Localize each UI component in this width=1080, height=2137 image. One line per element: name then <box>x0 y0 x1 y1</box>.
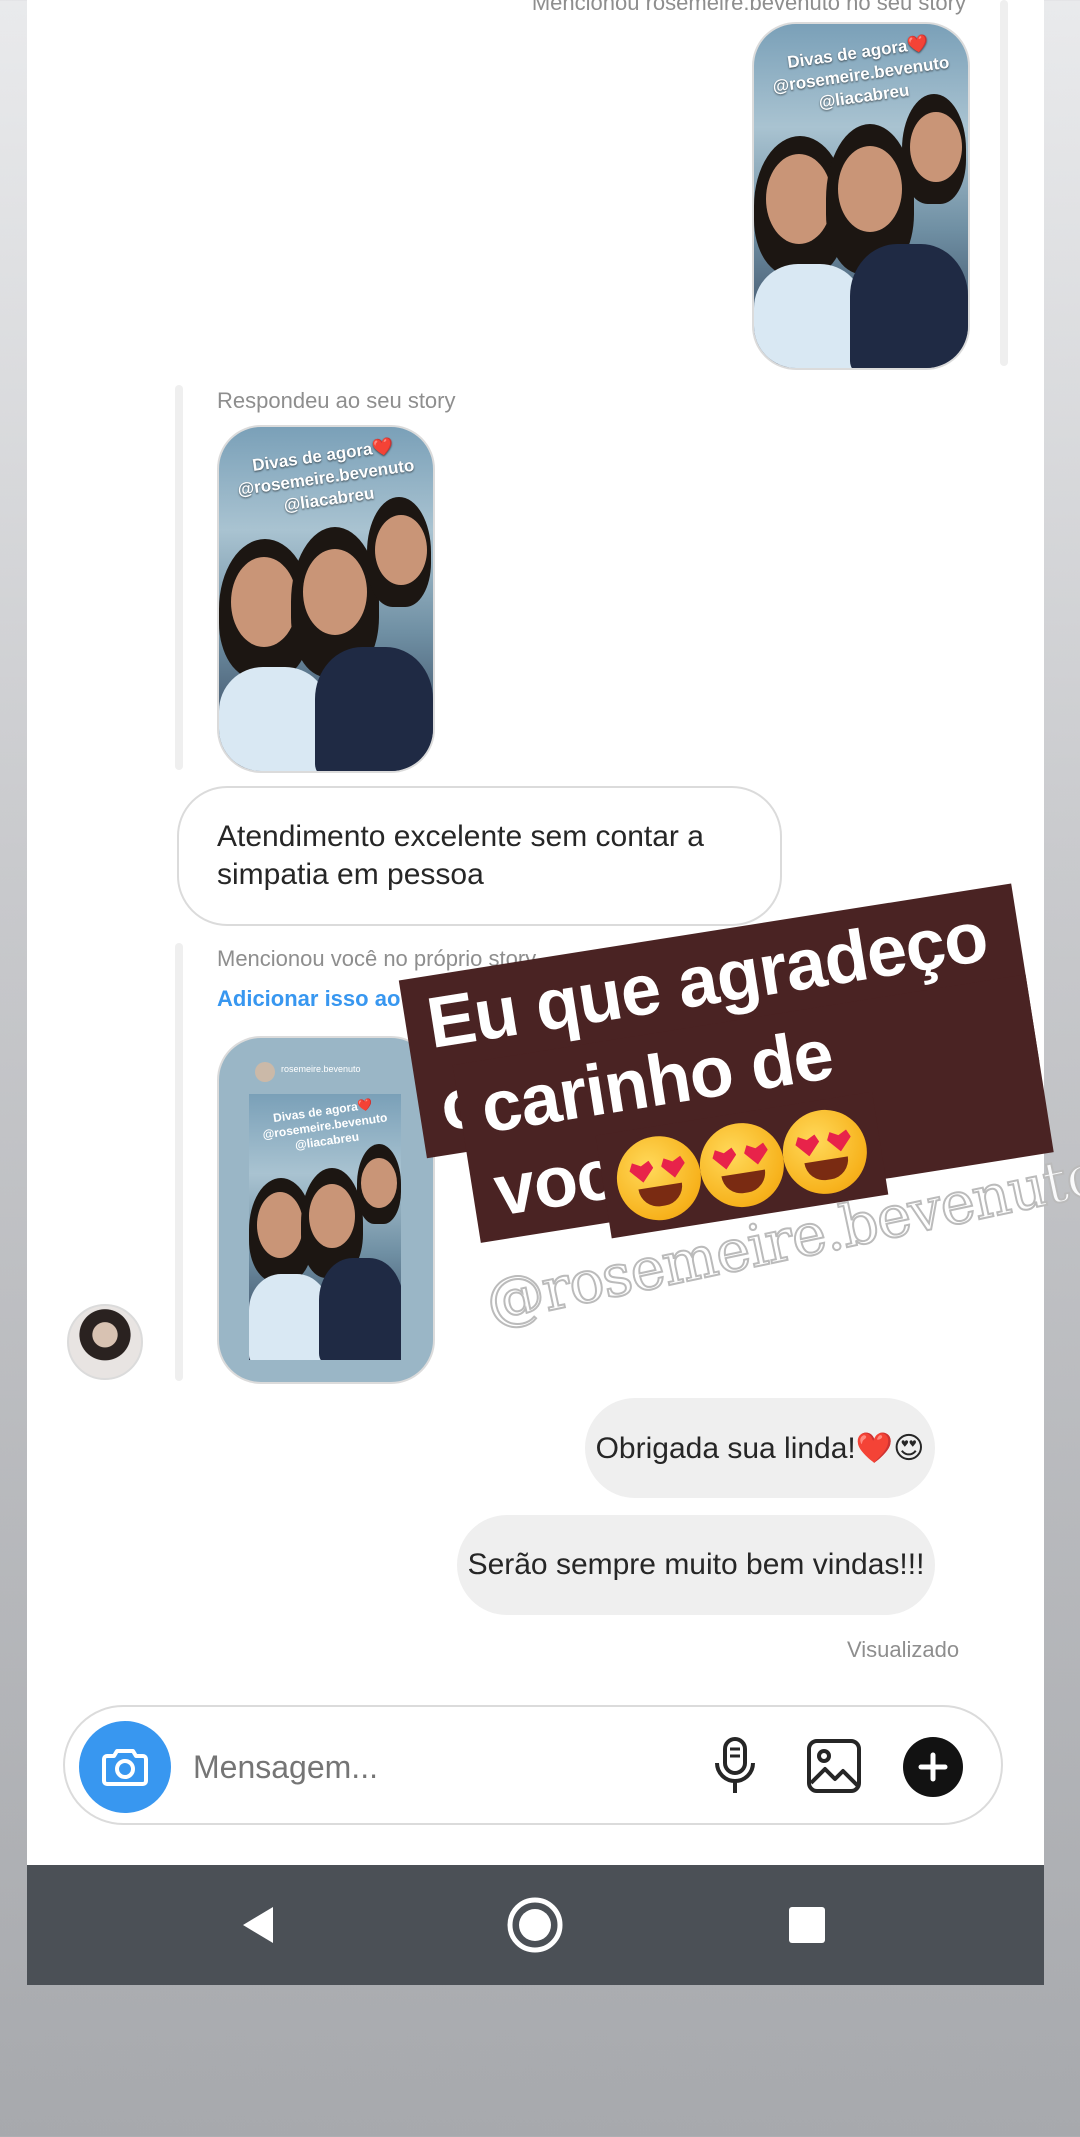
photo-person-face <box>910 112 962 182</box>
mini-story-header: rosemeire.bevenuto <box>281 1064 361 1074</box>
photo-shirt <box>850 244 968 368</box>
message-input[interactable] <box>191 1737 675 1797</box>
sender-avatar[interactable] <box>67 1304 143 1380</box>
photo-person-face <box>309 1184 355 1248</box>
microphone-button[interactable] <box>705 1735 765 1797</box>
outgoing-message-bubble[interactable]: Serão sempre muito bem vindas!!! <box>457 1515 935 1615</box>
story-mention-caption: Mencionou rosemeire.bevenuto no seu stor… <box>531 0 966 15</box>
photo-person-face <box>838 146 902 232</box>
back-button[interactable] <box>237 1903 281 1947</box>
seen-status: Visualizado <box>847 1637 960 1662</box>
plus-circle-icon <box>918 1752 948 1782</box>
story-thread-line <box>1000 0 1008 366</box>
message-composer <box>63 1705 1003 1825</box>
camera-icon <box>102 1749 148 1786</box>
reply-caption: Respondeu ao seu story <box>217 388 456 413</box>
photo-person-face <box>361 1158 397 1208</box>
replied-story-thumbnail[interactable]: Divas de agora❤️ @rosemeire.bevenuto @li… <box>217 425 435 773</box>
sent-story-thumbnail[interactable]: Divas de agora❤️ @rosemeire.bevenuto @li… <box>752 22 970 370</box>
microphone-icon <box>715 1737 755 1793</box>
heart-eyes-emoji <box>610 1130 707 1227</box>
incoming-message-text: Atendimento excelente sem contar a simpa… <box>217 820 704 891</box>
outgoing-message-text: Serão sempre muito bem vindas!!! <box>467 1548 925 1581</box>
more-options-button[interactable] <box>903 1737 963 1797</box>
camera-button[interactable] <box>79 1721 171 1813</box>
recents-button[interactable] <box>787 1905 827 1945</box>
mini-story-avatar <box>255 1062 275 1082</box>
system-navigation-bar <box>27 1865 1044 1985</box>
gallery-icon <box>807 1739 861 1793</box>
photo-person-face <box>257 1192 303 1258</box>
photo-shirt <box>319 1258 401 1360</box>
outgoing-message-text: Obrigada sua linda!❤️😍 <box>595 1431 925 1465</box>
recents-square-icon <box>789 1907 825 1943</box>
photo-person-face <box>231 557 297 647</box>
heart-eyes-emoji <box>776 1103 873 1200</box>
home-circle-icon <box>507 1897 563 1953</box>
inner-story-frame: Divas de agora❤️ @rosemeire.bevenuto @li… <box>249 1094 401 1360</box>
photo-shirt <box>754 264 864 368</box>
outgoing-message-bubble[interactable]: Obrigada sua linda!❤️😍 <box>585 1398 935 1498</box>
photo-shirt <box>249 1274 329 1360</box>
heart-eyes-emoji <box>693 1117 790 1214</box>
photo-person-face <box>303 549 367 635</box>
mention-thread-line <box>175 943 183 1381</box>
photo-shirt <box>315 647 433 771</box>
back-triangle-icon <box>243 1907 273 1943</box>
photo-shirt <box>219 667 329 771</box>
reply-thread-line <box>175 385 183 770</box>
mentioned-story-thumbnail[interactable]: rosemeire.bevenuto Divas de agora❤️ @ros… <box>217 1036 435 1384</box>
incoming-message-bubble[interactable]: Atendimento excelente sem contar a simpa… <box>177 786 782 926</box>
photo-person-face <box>375 515 427 585</box>
home-button[interactable] <box>505 1895 565 1955</box>
photo-person-face <box>766 154 832 244</box>
gallery-button[interactable] <box>805 1737 863 1795</box>
